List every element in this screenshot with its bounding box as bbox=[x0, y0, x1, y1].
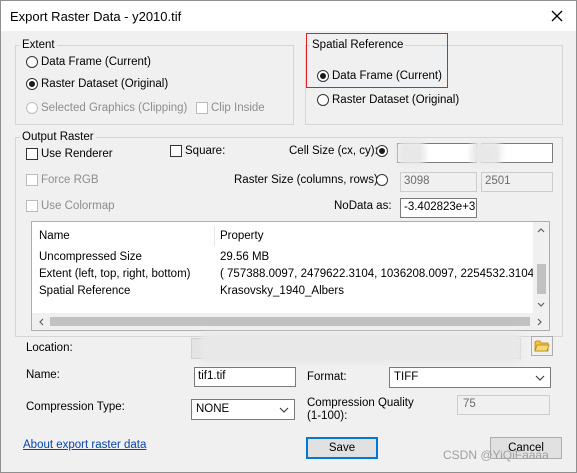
format-select[interactable]: TIFF bbox=[389, 367, 551, 388]
force-rgb-checkbox[interactable] bbox=[26, 174, 38, 186]
extent-selected-graphics-label: Selected Graphics (Clipping) bbox=[41, 102, 188, 114]
row-name: Spatial Reference bbox=[39, 285, 131, 297]
nodata-input[interactable]: -3.402823e+3 bbox=[400, 198, 477, 218]
sr-data-frame-label: Data Frame (Current) bbox=[332, 70, 442, 82]
compression-quality-input[interactable]: 75 bbox=[457, 395, 550, 415]
cell-size-radio[interactable] bbox=[376, 145, 388, 157]
vertical-scrollbar[interactable] bbox=[533, 222, 549, 315]
redacted-area bbox=[201, 333, 521, 363]
row-name: Extent (left, top, right, bottom) bbox=[39, 268, 191, 280]
horizontal-scrollbar[interactable] bbox=[32, 313, 549, 330]
compression-type-select[interactable]: NONE bbox=[191, 399, 295, 420]
chevron-left-icon[interactable] bbox=[38, 318, 44, 326]
raster-size-radio[interactable] bbox=[376, 174, 388, 186]
raster-size-label: Raster Size (columns, rows): bbox=[234, 174, 381, 186]
window-title: Export Raster Data - y2010.tif bbox=[10, 9, 182, 24]
close-icon bbox=[551, 10, 563, 22]
horizontal-scroll-thumb[interactable] bbox=[50, 317, 530, 326]
save-button-label: Save bbox=[328, 442, 356, 454]
output-raster-legend: Output Raster bbox=[20, 131, 96, 143]
extent-raster-dataset-radio[interactable] bbox=[26, 78, 38, 90]
raster-rows-input[interactable]: 2501 bbox=[481, 172, 553, 192]
save-button[interactable]: Save bbox=[306, 437, 378, 459]
row-value: Krasovsky_1940_Albers bbox=[220, 285, 345, 297]
square-checkbox[interactable] bbox=[170, 145, 182, 157]
chevron-up-icon[interactable] bbox=[537, 227, 545, 233]
clip-inside-checkbox[interactable] bbox=[196, 102, 208, 114]
raster-columns-input[interactable]: 3098 bbox=[400, 172, 477, 192]
clip-inside-label: Clip Inside bbox=[211, 102, 265, 114]
compression-type-label: Compression Type: bbox=[26, 401, 125, 413]
square-label: Square: bbox=[185, 145, 226, 157]
redacted-area bbox=[471, 141, 501, 165]
title-bar: Export Raster Data - y2010.tif bbox=[1, 1, 576, 31]
name-label: Name: bbox=[26, 369, 60, 381]
vertical-scroll-thumb[interactable] bbox=[537, 264, 546, 294]
extent-selected-graphics-radio[interactable] bbox=[26, 102, 38, 114]
chevron-down-icon bbox=[535, 375, 545, 381]
extent-raster-dataset-label: Raster Dataset (Original) bbox=[41, 78, 169, 90]
folder-icon bbox=[534, 340, 550, 352]
use-colormap-checkbox[interactable] bbox=[26, 200, 38, 212]
format-label: Format: bbox=[307, 371, 347, 383]
compression-type-value: NONE bbox=[196, 403, 230, 415]
sr-raster-dataset-radio[interactable] bbox=[317, 94, 329, 106]
use-renderer-label: Use Renderer bbox=[41, 148, 113, 160]
sr-data-frame-radio[interactable] bbox=[317, 70, 329, 82]
name-input[interactable]: tif1.tif bbox=[194, 367, 296, 387]
redacted-area bbox=[397, 141, 425, 165]
export-raster-dialog: Export Raster Data - y2010.tif Extent Da… bbox=[0, 0, 577, 473]
properties-list[interactable]: Name Property Uncompressed Size 29.56 MB… bbox=[31, 221, 550, 331]
cell-size-label: Cell Size (cx, cy): bbox=[289, 145, 378, 157]
nodata-label: NoData as: bbox=[334, 200, 392, 212]
row-value: ( 757388.0097, 2479622.3104, 1036208.009… bbox=[220, 268, 542, 280]
browse-folder-button[interactable] bbox=[531, 336, 553, 356]
about-export-link[interactable]: About export raster data bbox=[23, 439, 146, 451]
use-renderer-checkbox[interactable] bbox=[26, 148, 38, 160]
row-name: Uncompressed Size bbox=[39, 251, 142, 263]
use-colormap-label: Use Colormap bbox=[41, 200, 115, 212]
row-value: 29.56 MB bbox=[220, 251, 270, 263]
column-header-name: Name bbox=[39, 230, 70, 242]
compression-quality-label: Compression Quality bbox=[307, 397, 414, 409]
header-separator bbox=[214, 226, 215, 246]
chevron-down-icon bbox=[279, 407, 289, 413]
sr-raster-dataset-label: Raster Dataset (Original) bbox=[332, 94, 460, 106]
watermark: CSDN @YiQiFaaaa bbox=[443, 448, 549, 462]
force-rgb-label: Force RGB bbox=[41, 174, 99, 186]
chevron-down-icon[interactable] bbox=[537, 302, 545, 308]
close-button[interactable] bbox=[544, 3, 570, 29]
column-header-property: Property bbox=[220, 230, 264, 242]
format-value: TIFF bbox=[394, 371, 419, 383]
compression-quality-range: (1-100): bbox=[307, 410, 348, 422]
chevron-right-icon[interactable] bbox=[537, 318, 543, 326]
location-label: Location: bbox=[26, 342, 73, 354]
extent-legend: Extent bbox=[20, 39, 57, 51]
extent-data-frame-radio[interactable] bbox=[26, 56, 38, 68]
extent-data-frame-label: Data Frame (Current) bbox=[41, 56, 151, 68]
